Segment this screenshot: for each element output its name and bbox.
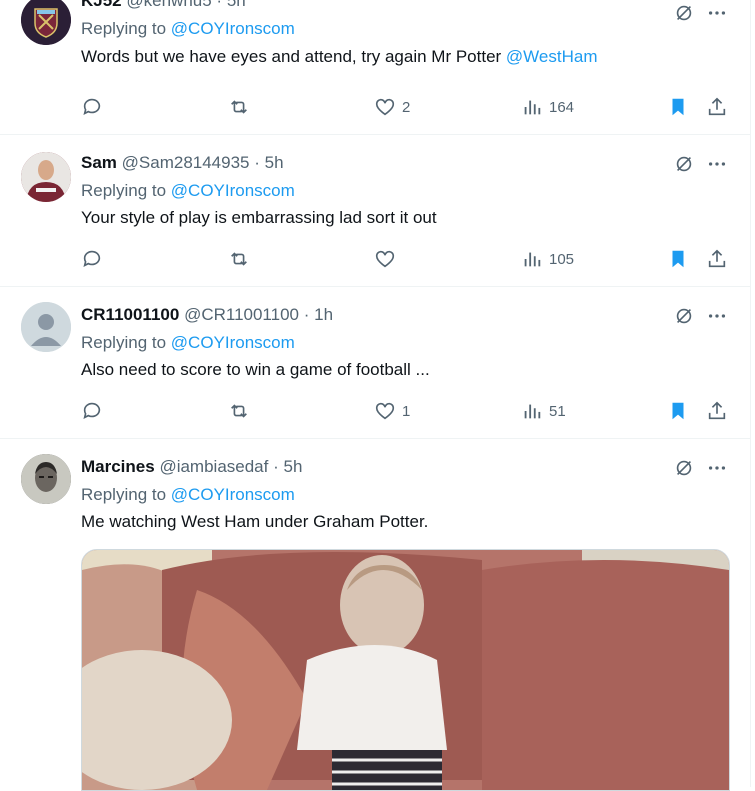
author-handle[interactable]: @CR11001100 [184,305,299,324]
mention-link[interactable]: @WestHam [506,47,598,66]
bookmark-button[interactable] [667,400,689,422]
bookmark-button[interactable] [667,248,689,270]
avatar[interactable] [21,302,71,352]
reply-button[interactable] [81,400,103,422]
timestamp[interactable]: 5h [265,153,284,172]
like-icon [375,98,395,116]
tweet-text: Your style of play is embarrassing lad s… [81,208,437,227]
like-count: 2 [402,98,411,116]
author-handle[interactable]: @Sam28144935 [122,153,250,172]
views-count: 164 [549,98,575,116]
author-name[interactable]: Sam [81,153,117,172]
share-icon [708,249,726,268]
views-icon [524,252,541,267]
reply-icon [83,250,101,267]
author-name[interactable]: CR11001100 [81,305,179,324]
grok-icon[interactable] [673,153,695,175]
views-icon [524,100,541,115]
share-button[interactable] [706,400,728,422]
tweet-text: Also need to score to win a game of foot… [81,360,430,379]
replying-label: Replying to [81,333,167,352]
retweet-icon [231,404,247,418]
replying-label: Replying to [81,485,167,504]
author-handle[interactable]: @iambiasedaf [159,457,268,476]
grok-icon[interactable] [673,2,695,24]
more-icon[interactable] [706,153,728,175]
tweet-cr11001100[interactable]: CR11001100 @CR11001100 · 1h Replying to … [0,287,750,439]
views-button[interactable]: 51 [521,400,566,422]
replying-label: Replying to [81,19,167,38]
more-icon[interactable] [706,305,728,327]
reply-button[interactable] [81,248,103,270]
views-count: 51 [549,402,566,420]
avatar[interactable] [21,454,71,504]
reply-icon [83,402,101,419]
views-button[interactable]: 164 [521,96,574,118]
bookmark-icon [672,402,684,420]
timestamp[interactable]: 5h [284,457,303,476]
views-button[interactable]: 105 [521,248,574,270]
tweet-kj52[interactable]: KJ52 @kenwhu5 · 5h Replying to @COYIrons… [0,0,750,135]
replying-to-link[interactable]: @COYIronscom [171,485,295,504]
replying-to-link[interactable]: @COYIronscom [171,181,295,200]
like-button[interactable] [374,248,396,270]
replying-to-link[interactable]: @COYIronscom [171,333,295,352]
reply-button[interactable] [81,96,103,118]
tweet-media-gif[interactable] [81,549,730,791]
author-name[interactable]: Marcines [81,457,155,476]
reply-feed: KJ52 @kenwhu5 · 5h Replying to @COYIrons… [0,0,751,791]
tweet-sam[interactable]: Sam @Sam28144935 · 5h Replying to @COYIr… [0,135,750,287]
bookmark-button[interactable] [667,96,689,118]
tweet-text: Me watching West Ham under Graham Potter… [81,512,429,531]
grok-icon[interactable] [673,457,695,479]
tweet-text: Words but we have eyes and attend, try a… [81,47,502,66]
retweet-button[interactable] [228,96,250,118]
avatar[interactable] [21,152,71,202]
retweet-button[interactable] [228,400,250,422]
retweet-button[interactable] [228,248,250,270]
media-image [82,550,729,790]
grok-icon[interactable] [673,305,695,327]
timestamp[interactable]: 1h [314,305,333,324]
author-name[interactable]: KJ52 [81,0,122,10]
share-icon [708,401,726,420]
views-icon [524,404,541,419]
like-button[interactable]: 1 [374,400,410,422]
like-count: 1 [402,402,411,420]
more-icon[interactable] [706,457,728,479]
author-handle[interactable]: @kenwhu5 [126,0,211,10]
more-icon[interactable] [706,2,728,24]
replying-to-link[interactable]: @COYIronscom [171,19,295,38]
views-count: 105 [549,250,575,268]
retweet-icon [231,252,247,266]
share-icon [708,97,726,116]
bookmark-icon [672,250,684,268]
like-icon [375,402,395,420]
retweet-icon [231,100,247,114]
replying-label: Replying to [81,181,167,200]
share-button[interactable] [706,248,728,270]
bookmark-icon [672,98,684,116]
avatar[interactable] [21,0,71,45]
timestamp[interactable]: 5h [227,0,246,10]
reply-icon [83,98,101,115]
like-icon [375,250,395,268]
like-button[interactable]: 2 [374,96,410,118]
share-button[interactable] [706,96,728,118]
